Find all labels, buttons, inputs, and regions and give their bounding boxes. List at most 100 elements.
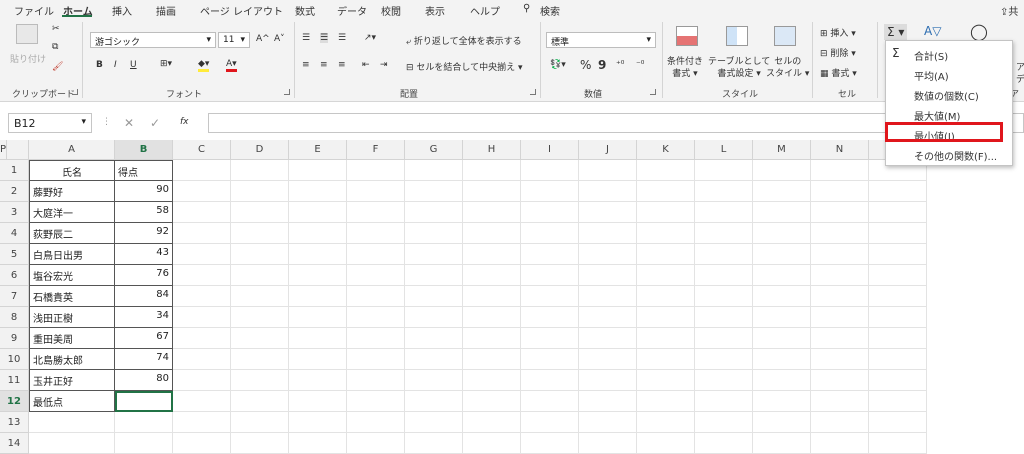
cell[interactable] [637, 307, 695, 328]
student-name-cell[interactable]: 浅田正樹 [29, 307, 115, 328]
cell[interactable] [463, 328, 521, 349]
cell[interactable] [521, 349, 579, 370]
cell[interactable] [637, 265, 695, 286]
cell[interactable] [869, 391, 927, 412]
shrink-font-button[interactable]: A˅ [274, 34, 285, 44]
cell[interactable] [811, 202, 869, 223]
cell[interactable] [231, 370, 289, 391]
cell[interactable] [753, 412, 811, 433]
comma-button[interactable]: 9 [598, 58, 606, 72]
cell[interactable] [521, 265, 579, 286]
cell[interactable] [811, 181, 869, 202]
font-size-dropdown[interactable]: 11 ▾ [218, 32, 250, 48]
cell[interactable] [579, 391, 637, 412]
cell[interactable] [637, 391, 695, 412]
cell[interactable] [405, 265, 463, 286]
tab-insert[interactable]: 挿入 [112, 3, 132, 18]
cell[interactable] [231, 286, 289, 307]
cell[interactable] [869, 307, 927, 328]
cell[interactable] [753, 433, 811, 454]
min-label-cell[interactable]: 最低点 [29, 391, 115, 412]
cell[interactable] [405, 202, 463, 223]
borders-icon[interactable]: ⊞▾ [160, 59, 172, 69]
row-header-10[interactable]: 10 [0, 349, 29, 370]
cell[interactable] [521, 370, 579, 391]
percent-button[interactable]: % [580, 58, 591, 72]
row-header-1[interactable]: 1 [0, 160, 29, 181]
cell[interactable] [405, 244, 463, 265]
cell[interactable] [869, 265, 927, 286]
sort-filter-icon[interactable]: A▽ [924, 24, 941, 38]
column-header-e[interactable]: E [289, 140, 347, 160]
cell[interactable] [347, 244, 405, 265]
tab-formulas[interactable]: 数式 [295, 3, 315, 18]
score-cell[interactable]: 76 [115, 265, 173, 286]
cell[interactable] [231, 265, 289, 286]
cell[interactable] [463, 223, 521, 244]
column-header-d[interactable]: D [231, 140, 289, 160]
row-header-7[interactable]: 7 [0, 286, 29, 307]
cell[interactable] [637, 223, 695, 244]
cell[interactable] [289, 202, 347, 223]
column-header-p[interactable]: P [0, 140, 8, 160]
increase-indent-icon[interactable]: ⇥ [380, 60, 388, 70]
font-launcher-icon[interactable] [284, 89, 290, 95]
delete-cells-button[interactable]: ⊟ 削除 ▾ [820, 46, 856, 59]
cell[interactable] [231, 412, 289, 433]
cell[interactable] [173, 349, 231, 370]
align-bottom-icon[interactable]: ☰ [338, 33, 346, 43]
cell[interactable] [115, 433, 173, 454]
cell[interactable] [753, 202, 811, 223]
conditional-format-button[interactable]: 条件付き 書式 ▾ [667, 56, 703, 80]
cell[interactable] [231, 307, 289, 328]
align-top-icon[interactable]: ☰ [302, 33, 310, 43]
cell[interactable] [579, 370, 637, 391]
cell[interactable] [579, 328, 637, 349]
cell[interactable] [753, 160, 811, 181]
share-button[interactable]: ⇪共 [1000, 3, 1018, 18]
orientation-icon[interactable]: ↗▾ [364, 33, 376, 43]
column-header-i[interactable]: I [521, 140, 579, 160]
cell[interactable] [521, 307, 579, 328]
cell[interactable] [173, 244, 231, 265]
cell[interactable] [29, 433, 115, 454]
cell[interactable] [579, 202, 637, 223]
cell[interactable] [811, 349, 869, 370]
cell[interactable] [869, 202, 927, 223]
cell[interactable] [695, 244, 753, 265]
cell[interactable] [637, 160, 695, 181]
cell[interactable] [173, 307, 231, 328]
cell[interactable] [811, 370, 869, 391]
cell[interactable] [521, 160, 579, 181]
cell[interactable] [695, 286, 753, 307]
align-center-icon[interactable]: ≡ [320, 60, 328, 70]
enter-icon[interactable]: ✓ [150, 116, 160, 130]
cell[interactable] [869, 412, 927, 433]
cell[interactable] [173, 160, 231, 181]
cell[interactable] [521, 286, 579, 307]
row-header-13[interactable]: 13 [0, 412, 29, 433]
cell[interactable] [173, 202, 231, 223]
cell[interactable] [405, 370, 463, 391]
cell[interactable] [637, 286, 695, 307]
cell[interactable] [811, 412, 869, 433]
cell[interactable] [347, 181, 405, 202]
cell[interactable] [753, 307, 811, 328]
cell[interactable] [289, 433, 347, 454]
cell[interactable] [289, 412, 347, 433]
row-header-3[interactable]: 3 [0, 202, 29, 223]
menu-item-max[interactable]: 最大値(M) [914, 108, 960, 123]
column-header-h[interactable]: H [463, 140, 521, 160]
cell[interactable] [405, 412, 463, 433]
tab-page-layout[interactable]: ページ レイアウト [200, 3, 283, 18]
cell[interactable] [869, 181, 927, 202]
cell[interactable] [521, 202, 579, 223]
score-cell[interactable]: 90 [115, 181, 173, 202]
cell[interactable] [231, 328, 289, 349]
cell[interactable] [347, 349, 405, 370]
name-box[interactable]: B12 ▾ [8, 113, 92, 133]
row-header-9[interactable]: 9 [0, 328, 29, 349]
cell[interactable] [463, 433, 521, 454]
column-header-j[interactable]: J [579, 140, 637, 160]
cell[interactable] [637, 412, 695, 433]
